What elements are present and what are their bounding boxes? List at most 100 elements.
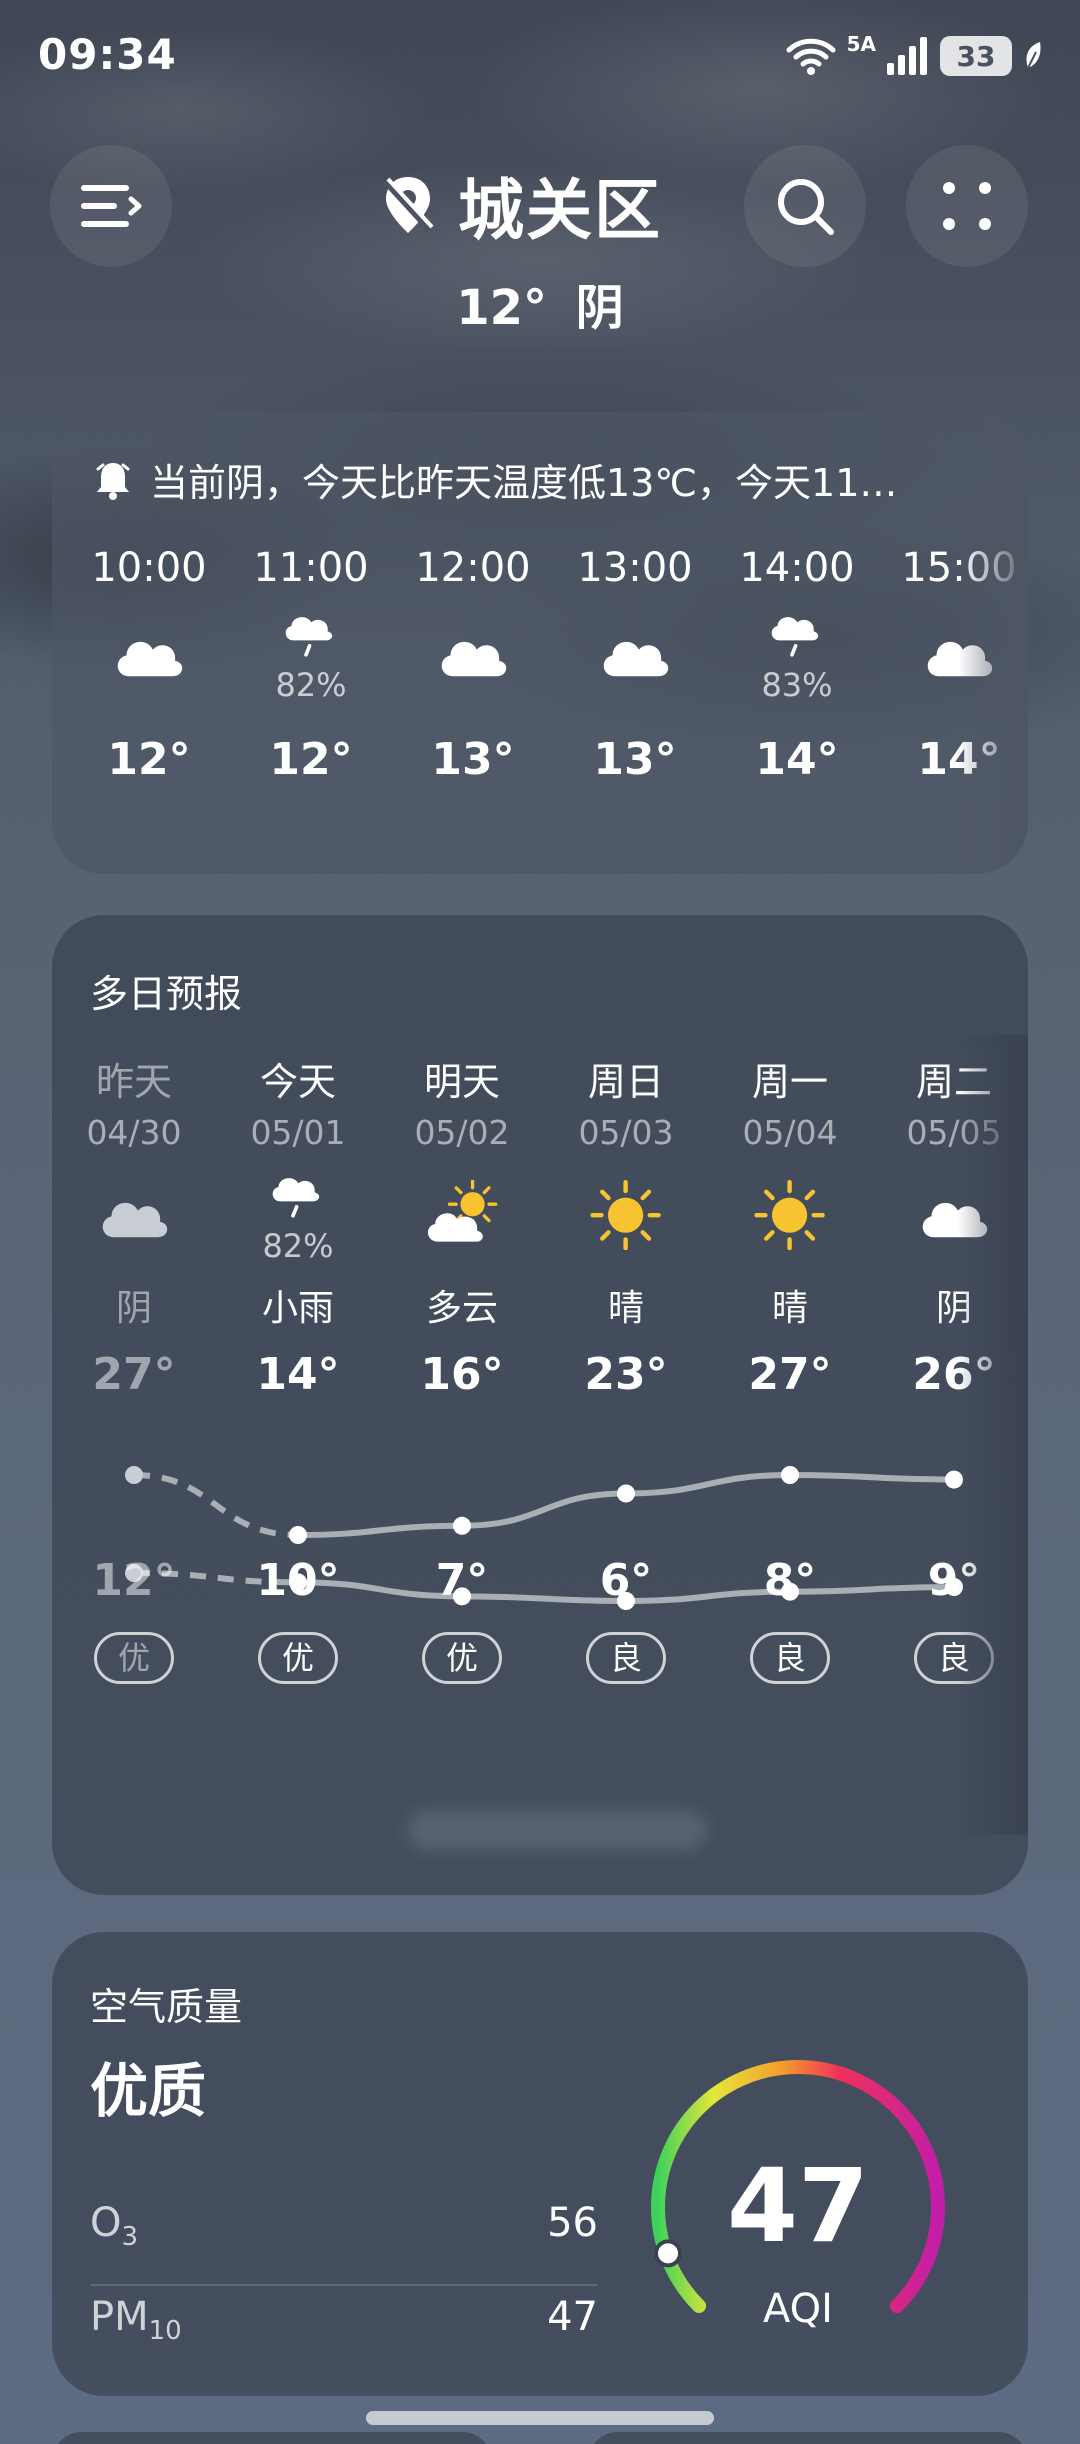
air-quality-card[interactable]: 空气质量 优质 O3 56 PM10 47 47 AQI [52, 1932, 1028, 2396]
day-date: 05/03 [578, 1113, 674, 1152]
status-time: 09:34 [38, 30, 177, 79]
hour-item: 12:00 13° [392, 540, 554, 785]
day-aqi-badge: 优 [94, 1632, 174, 1684]
more-dots-icon [943, 182, 991, 230]
o3-label: O3 [90, 2200, 139, 2252]
high-temp-past-segment [133, 1472, 299, 1538]
hour-time: 11:00 [253, 545, 369, 591]
sunny-icon [586, 1179, 665, 1254]
day-high-temperature: 23° [584, 1349, 668, 1400]
hour-item: 13:00 13° [554, 540, 716, 785]
pollutant-pm10: PM10 47 [90, 2294, 598, 2346]
high-temp-point [453, 1516, 471, 1535]
day-high-temperature: 27° [748, 1349, 832, 1400]
network-type-label: 5A [846, 32, 876, 56]
day-icon: 82% [216, 1157, 380, 1277]
wifi-icon [786, 38, 836, 75]
bell-icon [96, 462, 130, 500]
day-name: 周日 [587, 1060, 664, 1104]
location-title[interactable]: 城关区 [380, 160, 662, 250]
light-rain-icon [266, 1169, 331, 1231]
daily-forecast-card[interactable]: 多日预报 昨天 04/30 阴 27° 今天 05/01 82% 小雨 14° 明天 05/02 多云… [52, 915, 1028, 1895]
hour-temperature: 13° [593, 734, 677, 785]
search-icon [778, 179, 834, 235]
air-quality-level: 优质 [90, 2057, 207, 2125]
daily-forecast-title: 多日预报 [90, 972, 243, 1016]
hourly-forecast-card[interactable]: 当前阴，今天比昨天温度低13℃，今天11… 10:00 12° 11:00 82% 12… [52, 412, 1028, 874]
day-icon [52, 1157, 216, 1277]
day-name: 周一 [751, 1060, 828, 1104]
status-icons: 5A 33 [785, 32, 1044, 78]
o3-value: 56 [547, 2200, 598, 2246]
high-temp-point [781, 1466, 799, 1484]
day-name: 明天 [423, 1060, 500, 1104]
hour-temperature: 14° [755, 734, 839, 785]
high-temp-point [617, 1484, 635, 1503]
status-bar: 09:34 5A 33 [0, 0, 1080, 110]
hour-time: 12:00 [415, 545, 531, 591]
cloudy-icon [109, 619, 188, 693]
hour-time: 13:00 [577, 545, 693, 591]
cloudy-icon [433, 619, 512, 693]
day-condition: 小雨 [261, 1288, 334, 1329]
day-name: 今天 [259, 1060, 336, 1104]
day-icon [708, 1157, 872, 1277]
day-low-temperature: 10° [256, 1555, 340, 1606]
search-button[interactable] [744, 145, 866, 267]
divider [90, 2284, 598, 2286]
aqi-value: 47 [727, 2147, 869, 2266]
light-rain-icon [279, 608, 344, 670]
high-temp-point [289, 1526, 307, 1544]
day-item[interactable]: 周日 05/03 晴 23° [544, 1055, 708, 1400]
day-date: 04/30 [86, 1113, 182, 1152]
location-off-icon [383, 177, 434, 233]
alert-text: 当前阴，今天比昨天温度低13℃，今天11… [150, 461, 898, 505]
hour-icon: 82% [230, 596, 392, 716]
high-temp-line [297, 1471, 955, 1538]
day-high-temperature: 16° [420, 1349, 504, 1400]
day-condition: 晴 [771, 1288, 808, 1329]
day-icon [380, 1157, 544, 1277]
hour-temperature: 12° [269, 734, 353, 785]
day-low-item: 8° 良 [708, 1555, 872, 1684]
aqi-unit: AQI [763, 2286, 833, 2332]
menu-icon [81, 185, 142, 227]
day-name: 昨天 [95, 1060, 172, 1104]
day-low-temperature: 8° [763, 1555, 817, 1606]
day-item[interactable]: 周一 05/04 晴 27° [708, 1055, 872, 1400]
cloudy-icon [595, 619, 674, 693]
day-item[interactable]: 昨天 04/30 阴 27° [52, 1055, 216, 1400]
blurred-indicator [407, 1810, 707, 1850]
sunny-icon [750, 1179, 829, 1254]
more-options-button[interactable] [906, 145, 1028, 267]
day-low-item: 7° 优 [380, 1555, 544, 1684]
day-condition: 阴 [115, 1288, 152, 1329]
day-item[interactable]: 明天 05/02 多云 16° [380, 1055, 544, 1400]
hourly-list[interactable]: 10:00 12° 11:00 82% 12° 12:00 13° 13:00 13° 14:00… [52, 540, 1028, 850]
day-low-temperature: 12° [92, 1555, 176, 1606]
air-quality-title: 空气质量 [90, 1985, 243, 2029]
hour-precip-probability: 82% [275, 665, 347, 704]
day-date: 05/01 [250, 1113, 346, 1152]
next-card-peek [52, 2432, 492, 2444]
pm10-value: 47 [547, 2294, 598, 2340]
weather-alert[interactable]: 当前阴，今天比昨天温度低13℃，今天11… [94, 452, 994, 507]
hour-item: 11:00 82% 12° [230, 540, 392, 785]
day-item[interactable]: 今天 05/01 82% 小雨 14° [216, 1055, 380, 1400]
hour-item: 10:00 12° [68, 540, 230, 785]
scroll-fade [958, 412, 1028, 874]
day-high-temperature: 14° [256, 1349, 340, 1400]
hour-icon [554, 596, 716, 716]
day-aqi-badge: 良 [586, 1632, 666, 1684]
current-temperature: 12° [456, 280, 548, 336]
home-indicator[interactable] [366, 2411, 714, 2425]
hour-temperature: 12° [107, 734, 191, 785]
location-name: 城关区 [458, 172, 662, 249]
city-list-button[interactable] [50, 145, 172, 267]
day-low-temperature: 6° [599, 1555, 653, 1606]
day-date: 05/02 [414, 1113, 510, 1152]
day-low-item: 12° 优 [52, 1555, 216, 1684]
hour-icon [392, 596, 554, 716]
day-aqi-badge: 优 [258, 1632, 338, 1684]
day-high-temperature: 27° [92, 1349, 176, 1400]
